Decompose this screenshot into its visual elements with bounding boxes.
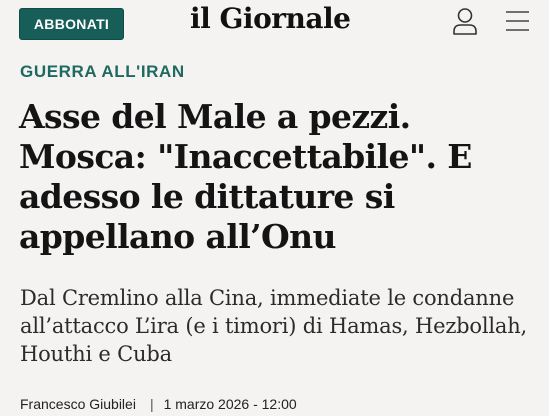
publish-date: 1 marzo 2026 - 12:00 [163, 396, 297, 412]
subscribe-button[interactable]: ABBONATI [19, 8, 124, 40]
user-icon[interactable] [452, 7, 478, 35]
article-subtitle: Dal Cremlino alla Cina, immediate le con… [20, 286, 528, 366]
byline: Francesco Giubilei | 1 marzo 2026 - 12:0… [20, 396, 297, 412]
menu-icon[interactable] [505, 10, 530, 32]
author-link[interactable]: Francesco Giubilei [20, 396, 136, 412]
site-header: ABBONATI il Giornale [0, 0, 549, 46]
section-label[interactable]: GUERRA ALL'IRAN [20, 62, 185, 82]
article-title: Asse del Male a pezzi. Mosca: "Inaccetta… [19, 97, 472, 256]
byline-separator: | [149, 396, 154, 412]
site-logo[interactable]: il Giornale [190, 2, 351, 35]
